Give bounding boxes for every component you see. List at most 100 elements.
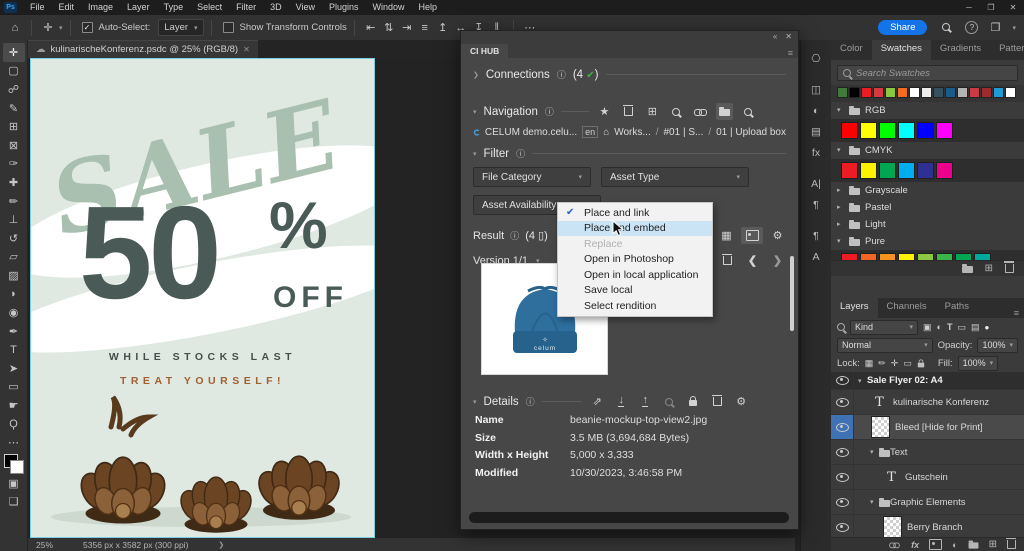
restore-button[interactable]: ❐	[980, 0, 1002, 15]
info-icon[interactable]: ⓘ	[510, 229, 519, 242]
fx-icon[interactable]: fx	[804, 142, 828, 163]
quick-selection-tool-icon[interactable]: ✎	[3, 99, 25, 118]
filter-adjustment-icon[interactable]: ◐	[937, 322, 942, 332]
swatch-group-grayscale[interactable]: ▸Grayscale	[831, 182, 1024, 199]
quick-mask-icon[interactable]: ▣	[3, 474, 25, 493]
folder-icon[interactable]	[719, 109, 730, 116]
search-swatches-input[interactable]: Search Swatches	[837, 65, 1018, 81]
swatch[interactable]	[917, 122, 934, 139]
info-icon[interactable]: ⓘ	[545, 105, 554, 118]
libraries-icon[interactable]: ◫	[804, 79, 828, 100]
layer-name[interactable]: Graphic Elements	[890, 497, 966, 508]
swatch[interactable]	[860, 122, 877, 139]
home-icon[interactable]: ⌂	[6, 22, 24, 34]
filter-toggle-icon[interactable]: ●	[984, 323, 989, 332]
swatch-group-pastel[interactable]: ▸Pastel	[831, 199, 1024, 216]
auto-select-dropdown[interactable]: Layer ▾	[158, 19, 203, 36]
context-menu-item[interactable]: Open in Photoshop	[558, 252, 712, 268]
lock-transparent-icon[interactable]: ▦	[865, 358, 874, 369]
details-section-header[interactable]: ▾ Details ⓘ ⇗ ↓ ↑ ⚙	[461, 395, 798, 408]
swatch[interactable]	[936, 122, 953, 139]
new-group-icon[interactable]	[962, 266, 973, 273]
visibility-toggle[interactable]	[831, 515, 854, 539]
tab-layers[interactable]: Layers	[831, 298, 878, 318]
chevron-down-icon[interactable]: ▾	[473, 150, 477, 158]
blend-mode-dropdown[interactable]: Normal ▾	[837, 338, 933, 353]
swatch[interactable]	[933, 87, 944, 98]
swatch[interactable]	[841, 253, 858, 260]
status-chevron-icon[interactable]: ❯	[218, 541, 224, 549]
adjustments-icon[interactable]: ◐	[804, 100, 828, 121]
link-layers-icon[interactable]	[889, 542, 899, 547]
chevron-down-icon[interactable]: ▾	[837, 237, 844, 245]
filter-shape-icon[interactable]: ▭	[957, 322, 966, 333]
tab-paths[interactable]: Paths	[936, 298, 978, 318]
layer-name[interactable]: Sale Flyer 02: A4	[867, 375, 943, 386]
paragraph-styles-icon[interactable]: ¶	[804, 225, 828, 246]
menu-view[interactable]: View	[289, 0, 322, 15]
menu-layer[interactable]: Layer	[120, 0, 157, 15]
zoom-in-icon[interactable]	[672, 108, 680, 116]
path-select-tool-icon[interactable]: ➤	[3, 359, 25, 378]
context-menu-item[interactable]: ✔Place and link	[558, 205, 712, 221]
context-menu-item[interactable]: Select rendition	[558, 298, 712, 314]
new-group-icon[interactable]	[968, 542, 978, 548]
star-icon[interactable]: ★	[596, 105, 613, 118]
gear-icon[interactable]: ⚙	[769, 229, 786, 242]
layer-name[interactable]: Bleed [Hide for Print]	[895, 422, 983, 433]
chevron-right-icon[interactable]: ❯	[473, 71, 479, 79]
document-tab[interactable]: ☁ kulinarischeKonferenz.psdc @ 25% (RGB/…	[28, 40, 258, 58]
layer-row[interactable]: Tkulinarische Konferenz	[831, 390, 1024, 415]
collapse-panel-icon[interactable]: «	[773, 32, 777, 41]
opacity-dropdown[interactable]: 100% ▾	[977, 338, 1018, 353]
filter-section-header[interactable]: ▾ Filter ⓘ	[461, 147, 798, 160]
layer-thumbnail[interactable]	[883, 516, 902, 538]
panel-menu-icon[interactable]: ≡	[1014, 308, 1019, 318]
breadcrumb-source[interactable]: CELUM demo.celu...	[485, 127, 577, 138]
swatch[interactable]	[957, 87, 968, 98]
layer-fx-icon[interactable]: fx	[911, 540, 919, 550]
share-button[interactable]: Share	[878, 20, 927, 35]
show-transform-checkbox[interactable]	[223, 22, 234, 33]
swatch-group-cmyk[interactable]: ▾CMYK	[831, 142, 1024, 159]
swatch[interactable]	[898, 162, 915, 179]
prev-icon[interactable]: ❮	[744, 254, 761, 267]
help-icon[interactable]: ?	[965, 21, 978, 34]
tab-patterns[interactable]: Patterns	[990, 40, 1024, 60]
layer-row[interactable]: Bleed [Hide for Print]	[831, 415, 1024, 440]
search-icon[interactable]	[744, 108, 752, 116]
swatch[interactable]	[974, 253, 991, 260]
distribute-icon[interactable]: ≡	[416, 22, 434, 34]
lasso-tool-icon[interactable]: ☍	[3, 80, 25, 99]
move-tool-icon[interactable]: ✛	[3, 43, 25, 62]
visibility-toggle[interactable]	[831, 390, 854, 414]
healing-brush-tool-icon[interactable]: ✚	[3, 173, 25, 192]
swatch[interactable]	[936, 162, 953, 179]
search-icon[interactable]	[942, 23, 950, 31]
chevron-down-icon[interactable]: ▾	[837, 146, 844, 154]
hand-tool-icon[interactable]: ☛	[3, 396, 25, 415]
shape-tool-icon[interactable]: ▭	[3, 378, 25, 397]
swatch[interactable]	[873, 87, 884, 98]
lock-all-icon[interactable]	[918, 362, 924, 367]
brush-tool-icon[interactable]: ✏	[3, 192, 25, 211]
swatch[interactable]	[921, 87, 932, 98]
swatch[interactable]	[879, 162, 896, 179]
info-icon[interactable]: ⓘ	[526, 395, 535, 408]
menu-help[interactable]: Help	[412, 0, 445, 15]
marquee-tool-icon[interactable]: ▢	[3, 62, 25, 81]
swatch-group-pure[interactable]: ▾Pure	[831, 233, 1024, 250]
info-icon[interactable]: ⓘ	[516, 147, 525, 160]
eyedropper-tool-icon[interactable]: ✑	[3, 155, 25, 174]
menu-image[interactable]: Image	[81, 0, 120, 15]
fill-dropdown[interactable]: 100% ▾	[958, 356, 999, 371]
trash-icon[interactable]	[723, 256, 732, 265]
align-top-icon[interactable]: ↥	[434, 21, 452, 34]
visibility-toggle[interactable]	[831, 440, 854, 464]
swatch[interactable]	[849, 87, 860, 98]
zoom-tool-icon[interactable]: Ϙ	[3, 415, 25, 434]
swatch[interactable]	[945, 87, 956, 98]
new-layer-icon[interactable]: ⊞	[989, 539, 997, 550]
tab-gradients[interactable]: Gradients	[931, 40, 990, 60]
menu-plugins[interactable]: Plugins	[322, 0, 366, 15]
